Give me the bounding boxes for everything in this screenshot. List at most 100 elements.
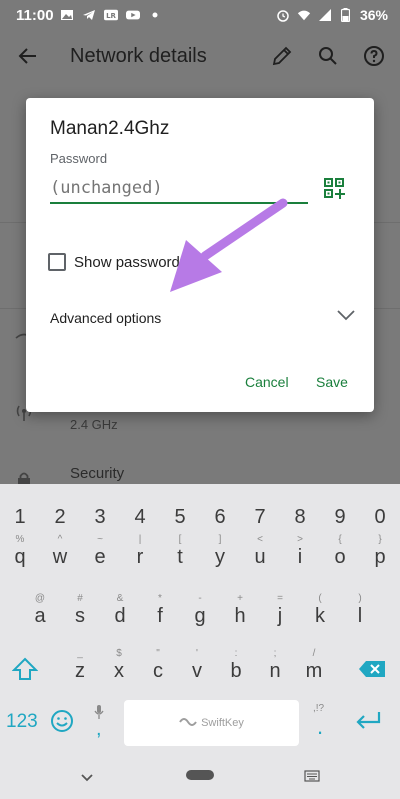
key-t[interactable]: [t (160, 534, 200, 569)
key-7-label: 7 (254, 506, 266, 528)
key-s[interactable]: # s (60, 593, 100, 628)
key-d[interactable]: & d (100, 593, 140, 628)
emoji-icon[interactable] (50, 709, 74, 738)
show-password-row[interactable]: Show password (48, 253, 180, 271)
key-r[interactable]: | r (120, 534, 160, 569)
swiftkey-logo-icon (179, 716, 197, 731)
telegram-icon (82, 8, 96, 22)
password-input[interactable] (50, 174, 308, 204)
chevron-down-icon[interactable] (336, 308, 356, 322)
key-n[interactable]: ; n (255, 648, 295, 683)
key-b[interactable]: :b (216, 648, 256, 683)
key-z[interactable]: _ z (60, 648, 100, 683)
key-x-label: x (114, 660, 124, 682)
key-j[interactable]: = j (260, 593, 300, 628)
key-q-hint: % (15, 534, 25, 545)
chevron-down-icon[interactable] (80, 770, 94, 788)
key-l[interactable]: ) l (340, 593, 380, 628)
back-arrow-icon[interactable] (16, 44, 40, 68)
space-bar[interactable]: SwiftKey (124, 700, 299, 746)
symbols-key[interactable]: 123 (6, 711, 38, 733)
show-password-checkbox[interactable] (48, 253, 66, 271)
cancel-button[interactable]: Cancel (245, 374, 289, 390)
shift-icon[interactable] (11, 657, 39, 686)
key-d-hint: & (116, 593, 124, 604)
appbar-actions (270, 44, 386, 68)
advanced-options-toggle[interactable]: Advanced options (50, 310, 161, 326)
youtube-icon (126, 8, 140, 22)
battery-percentage: 36% (359, 7, 388, 23)
key-w[interactable]: ^ w (40, 534, 80, 569)
key-7[interactable]: 7 (240, 494, 280, 529)
signal-icon (318, 8, 332, 22)
key-9[interactable]: 9 (320, 494, 360, 529)
key-u-hint: < (257, 534, 263, 545)
key-f-hint: * (158, 593, 162, 604)
key-g-label: g (194, 605, 206, 627)
key-0[interactable]: 0 (360, 494, 400, 529)
network-dialog: Manan2.4Ghz Password Show password Advan… (26, 98, 374, 412)
key-8-hint (280, 494, 320, 506)
key-a[interactable]: @ a (20, 593, 60, 628)
key-o[interactable]: {o (320, 534, 360, 569)
key-o-label: o (334, 546, 346, 568)
navigation-bar (0, 752, 400, 799)
key-7-hint (240, 494, 280, 506)
search-icon[interactable] (316, 44, 340, 68)
key-8[interactable]: 8 (280, 494, 320, 529)
key-f[interactable]: * f (140, 593, 180, 628)
key-e[interactable]: ~ e (80, 534, 120, 569)
key-t-hint: [ (178, 534, 182, 545)
key-r-label: r (136, 546, 144, 568)
key-2[interactable]: 2 (40, 494, 80, 529)
key-c-hint: " (156, 648, 160, 659)
key-k[interactable]: (k (300, 593, 340, 628)
key-a-hint: @ (34, 593, 46, 604)
key-x[interactable]: $ x (99, 648, 139, 683)
key-i-hint: > (297, 534, 303, 545)
status-bar: 11:00 LR 36% (0, 0, 400, 30)
keyboard-switch-icon[interactable] (304, 769, 320, 787)
backspace-icon[interactable] (358, 660, 386, 683)
key-m-hint: / (312, 648, 316, 659)
key-b-label: b (230, 660, 242, 682)
key-h[interactable]: + h (220, 593, 260, 628)
key-4[interactable]: 4 (120, 494, 160, 529)
help-icon[interactable] (362, 44, 386, 68)
key-q[interactable]: % q (0, 534, 40, 569)
key-g[interactable]: -g (180, 593, 220, 628)
qr-code-scan-icon[interactable] (324, 178, 346, 200)
app-bar: Network details (0, 30, 400, 86)
alarm-icon (276, 8, 290, 22)
key-0-label: 0 (374, 506, 386, 528)
key-5[interactable]: 5 (160, 494, 200, 529)
key-v[interactable]: ' v (177, 648, 217, 683)
key-y[interactable]: ] y (200, 534, 240, 569)
key-6[interactable]: 6 (200, 494, 240, 529)
security-label: Security (70, 465, 125, 482)
key-c[interactable]: " c (138, 648, 178, 683)
key-p[interactable]: } p (360, 534, 400, 569)
edit-icon[interactable] (270, 44, 294, 68)
key-m[interactable]: / m (294, 648, 334, 683)
comma-key[interactable]: , (96, 718, 102, 741)
key-1[interactable]: 1 (0, 494, 40, 529)
key-i[interactable]: > i (280, 534, 320, 569)
key-u[interactable]: < u (240, 534, 280, 569)
key-1-label: 1 (14, 506, 26, 528)
period-key[interactable]: . (317, 714, 323, 740)
key-0-hint (360, 494, 400, 506)
home-pill[interactable] (186, 770, 214, 780)
key-o-hint: { (338, 534, 342, 545)
enter-icon[interactable] (354, 710, 382, 737)
key-l-hint: ) (358, 593, 362, 604)
key-q-label: q (14, 546, 26, 568)
key-f-label: f (157, 605, 163, 627)
save-button[interactable]: Save (316, 374, 348, 390)
key-y-label: y (215, 546, 225, 568)
key-3-label: 3 (94, 506, 106, 528)
key-w-label: w (52, 546, 68, 568)
key-3[interactable]: 3 (80, 494, 120, 529)
image-icon (60, 8, 74, 22)
key-e-hint: ~ (97, 534, 103, 545)
